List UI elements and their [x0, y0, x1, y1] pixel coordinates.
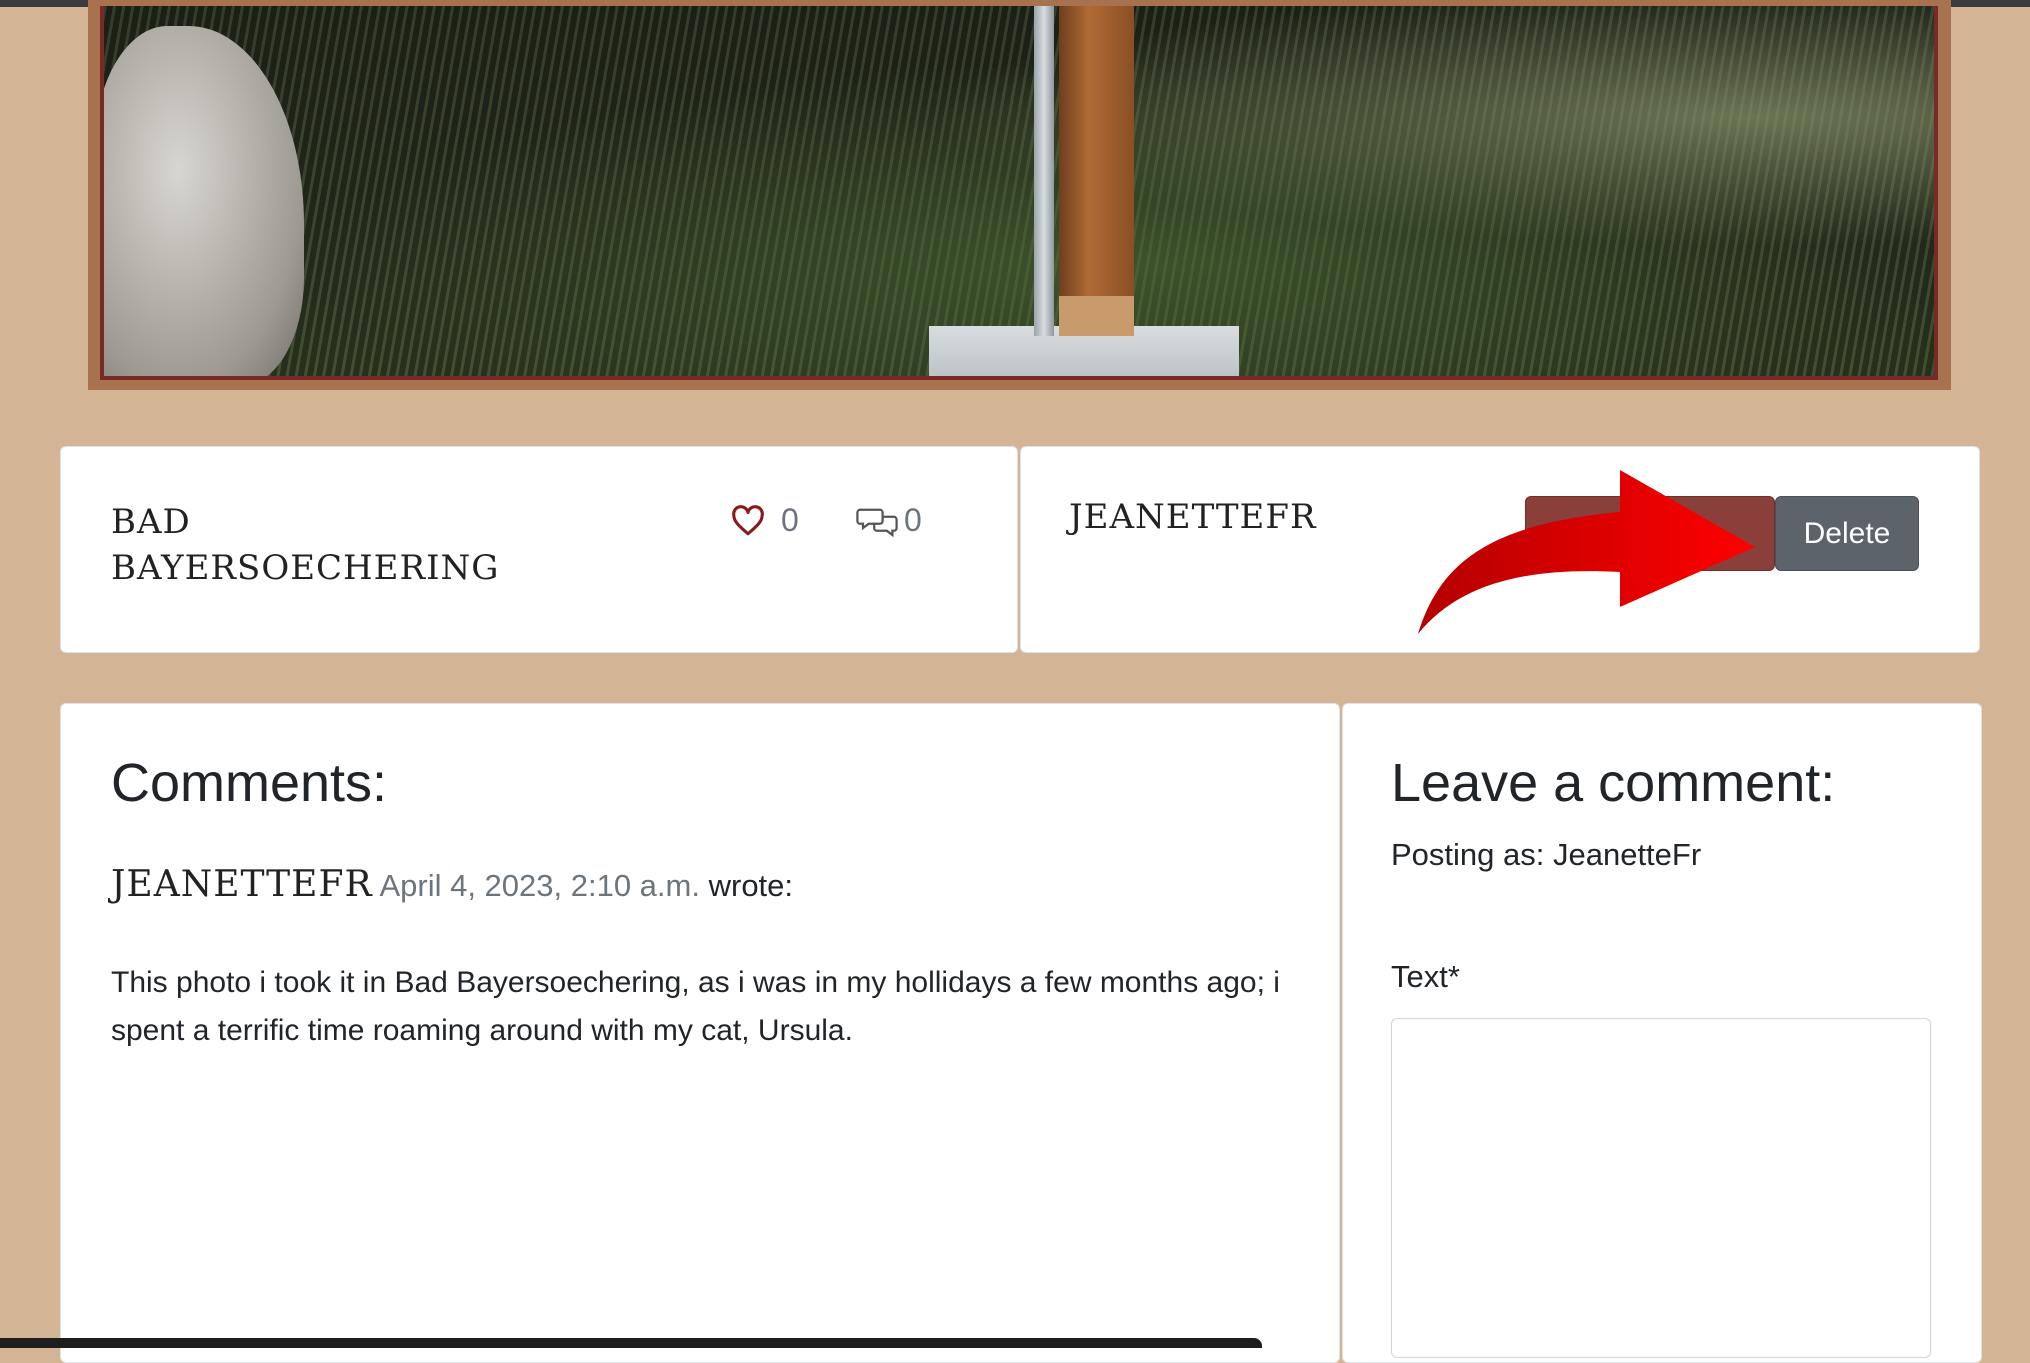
comment-wrote: wrote: [708, 868, 794, 903]
edit-button[interactable]: Edit [1525, 496, 1775, 571]
comment-text-input[interactable] [1391, 1018, 1931, 1358]
photo-metal-rod [1034, 6, 1054, 336]
bottom-scrollbar[interactable] [0, 1338, 1262, 1348]
post-info-card: Bad Bayersoechering 0 0 [60, 446, 1018, 653]
comment-meta: JeanetteFr April 4, 2023, 2:10 a.m. wrot… [111, 864, 793, 905]
posting-as-text: Posting as: JeanetteFr [1391, 837, 1702, 872]
photo-post-base [1059, 296, 1134, 336]
likes-stat[interactable]: 0 [731, 502, 799, 539]
comments-card: Comments: JeanetteFr April 4, 2023, 2:10… [60, 703, 1340, 1363]
post-author: JeanetteFr [1069, 497, 1317, 537]
comment-text: This photo i took it in Bad Bayersoecher… [111, 966, 1280, 1047]
text-field-label: Text* [1391, 959, 1460, 994]
photo-wooden-post [1059, 6, 1134, 306]
comment-form-card: Leave a comment: Posting as: JeanetteFr … [1342, 703, 1982, 1363]
comments-heading: Comments: [111, 753, 388, 813]
comment-author: JeanetteFr [111, 864, 373, 905]
heart-icon[interactable] [731, 504, 765, 537]
post-photo [100, 6, 1938, 380]
comments-count: 0 [904, 502, 922, 538]
leave-comment-heading: Leave a comment: [1391, 753, 1836, 813]
comment-date: April 4, 2023, 2:10 a.m. [379, 868, 700, 903]
post-title: Bad Bayersoechering [111, 502, 500, 588]
photo-rock [104, 26, 304, 376]
likes-count: 0 [781, 502, 799, 538]
post-photo-frame [88, 0, 1951, 390]
chat-bubbles-icon [856, 504, 898, 538]
post-author-card: JeanetteFr Edit Delete [1020, 446, 1980, 653]
comments-stat: 0 [856, 502, 922, 539]
delete-button[interactable]: Delete [1775, 496, 1919, 571]
